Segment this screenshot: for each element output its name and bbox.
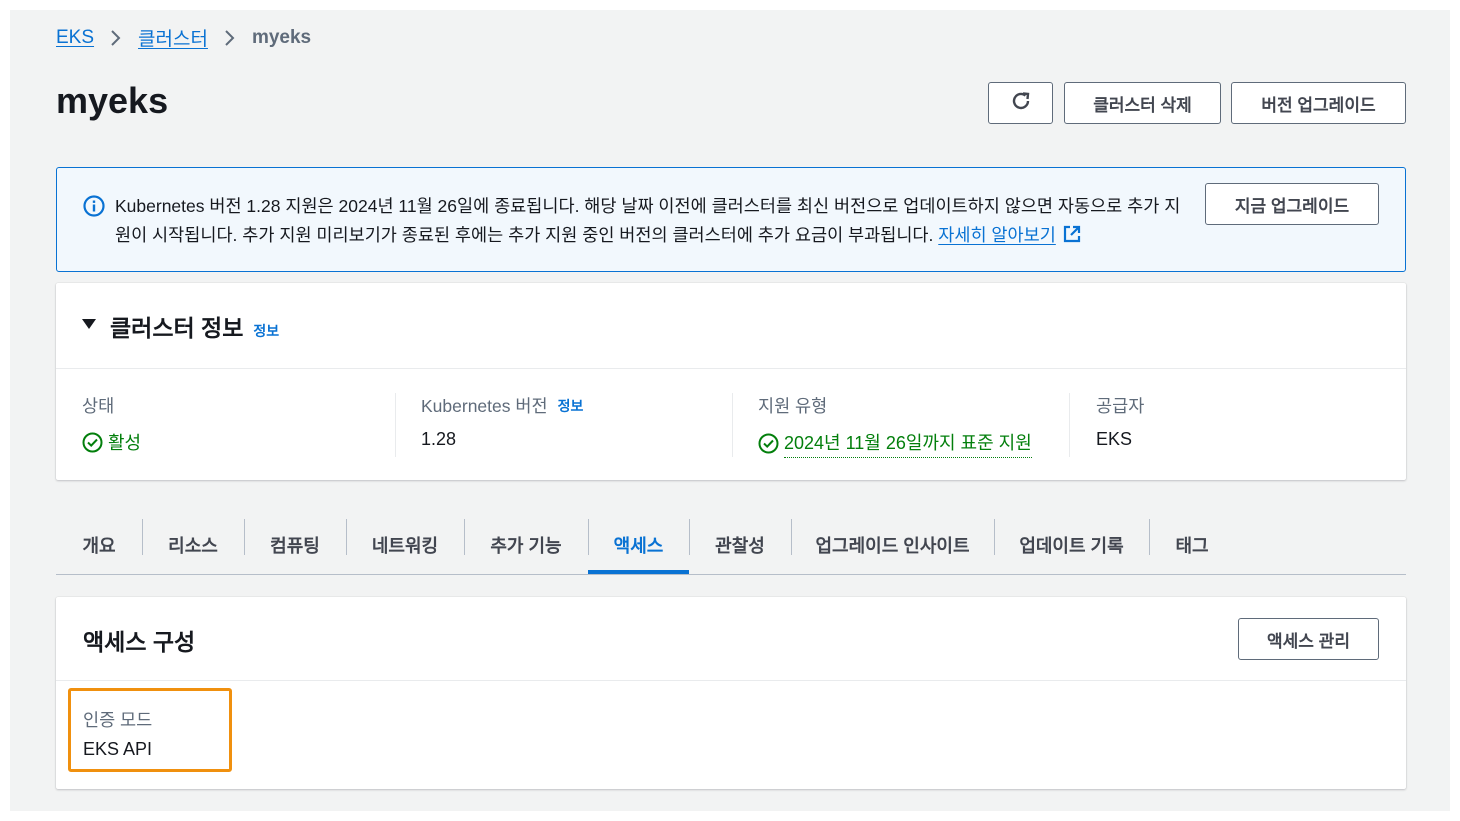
alert-message: Kubernetes 버전 1.28 지원은 2024년 11월 26일에 종료… xyxy=(115,192,1195,253)
k8s-version-value: 1.28 xyxy=(421,429,457,449)
status-label: 상태 xyxy=(82,396,115,416)
tab-resources[interactable]: 리소스 xyxy=(142,517,244,573)
access-config-panel: 액세스 구성 액세스 관리 인증 모드 EKS API xyxy=(56,597,1406,789)
active-tab-indicator xyxy=(588,570,689,574)
chevron-right-icon xyxy=(110,29,122,47)
support-type-value[interactable]: 2024년 11월 26일까지 표준 지원 xyxy=(758,429,1069,458)
k8s-version-column: Kubernetes 버전 정보 1.28 xyxy=(395,393,732,457)
page-title: myeks xyxy=(56,80,169,121)
breadcrumb-current: myeks xyxy=(251,26,312,48)
delete-cluster-button[interactable]: 클러스터 삭제 xyxy=(1064,82,1221,124)
tab-upgrade-insights[interactable]: 업그레이드 인사이트 xyxy=(791,517,994,573)
provider-column: 공급자 EKS xyxy=(1069,393,1379,457)
support-type-label: 지원 유형 xyxy=(758,396,828,416)
tab-access[interactable]: 액세스 xyxy=(588,517,689,573)
k8s-info-link[interactable]: 정보 xyxy=(558,396,584,416)
breadcrumb: EKS 클러스터 myeks xyxy=(56,24,311,51)
info-icon xyxy=(83,195,105,222)
provider-value: EKS xyxy=(1096,429,1133,449)
status-value: 활성 xyxy=(82,429,396,455)
breadcrumb-clusters[interactable]: 클러스터 xyxy=(138,24,208,51)
cluster-info-title: 클러스터 정보 정보 xyxy=(110,309,279,343)
support-alert: Kubernetes 버전 1.28 지원은 2024년 11월 26일에 종료… xyxy=(56,167,1406,272)
refresh-button[interactable] xyxy=(988,82,1053,124)
tab-observability[interactable]: 관찰성 xyxy=(689,517,791,573)
chevron-right-icon xyxy=(224,29,236,47)
external-link-icon[interactable] xyxy=(1062,224,1082,253)
k8s-version-label-text: Kubernetes 버전 xyxy=(421,396,548,416)
manage-access-button[interactable]: 액세스 관리 xyxy=(1238,618,1379,660)
cluster-info-header[interactable]: 클러스터 정보 정보 xyxy=(56,283,1406,369)
caret-down-icon[interactable] xyxy=(82,317,96,335)
learn-more-link[interactable]: 자세히 알아보기 xyxy=(938,225,1056,245)
cluster-info-title-text: 클러스터 정보 xyxy=(110,315,244,341)
tab-overview[interactable]: 개요 xyxy=(56,517,142,573)
check-circle-icon xyxy=(758,433,779,454)
provider-label: 공급자 xyxy=(1096,396,1145,416)
cluster-info-link[interactable]: 정보 xyxy=(253,323,279,339)
cluster-tabs: 개요 리소스 컴퓨팅 네트워킹 추가 기능 액세스 관찰성 업그레이드 인사이트… xyxy=(56,517,1406,575)
tab-networking[interactable]: 네트워킹 xyxy=(346,517,464,573)
upgrade-version-button[interactable]: 버전 업그레이드 xyxy=(1231,82,1406,124)
access-config-header: 액세스 구성 액세스 관리 xyxy=(56,597,1406,681)
check-circle-icon xyxy=(82,432,103,453)
tab-update-history[interactable]: 업데이트 기록 xyxy=(994,517,1149,573)
upgrade-now-button[interactable]: 지금 업그레이드 xyxy=(1205,183,1379,225)
status-text: 활성 xyxy=(108,433,142,453)
breadcrumb-eks[interactable]: EKS xyxy=(56,27,94,49)
tab-tags[interactable]: 태그 xyxy=(1149,517,1235,573)
tab-compute[interactable]: 컴퓨팅 xyxy=(244,517,346,573)
support-type-column: 지원 유형 2024년 11월 26일까지 표준 지원 xyxy=(732,393,1069,458)
auth-mode-value: EKS API xyxy=(83,739,153,759)
status-column: 상태 활성 xyxy=(82,393,396,457)
cluster-info-panel: 클러스터 정보 정보 상태 활성 Kubernetes 버전 정보 1.28 지원 … xyxy=(56,283,1406,480)
support-type-text[interactable]: 2024년 11월 26일까지 표준 지원 xyxy=(784,429,1032,458)
refresh-icon xyxy=(1009,89,1033,118)
k8s-version-label: Kubernetes 버전 정보 xyxy=(421,393,732,418)
access-config-title: 액세스 구성 xyxy=(83,629,196,655)
tab-add-ons[interactable]: 추가 기능 xyxy=(464,517,588,573)
auth-mode-label: 인증 모드 xyxy=(83,710,153,730)
